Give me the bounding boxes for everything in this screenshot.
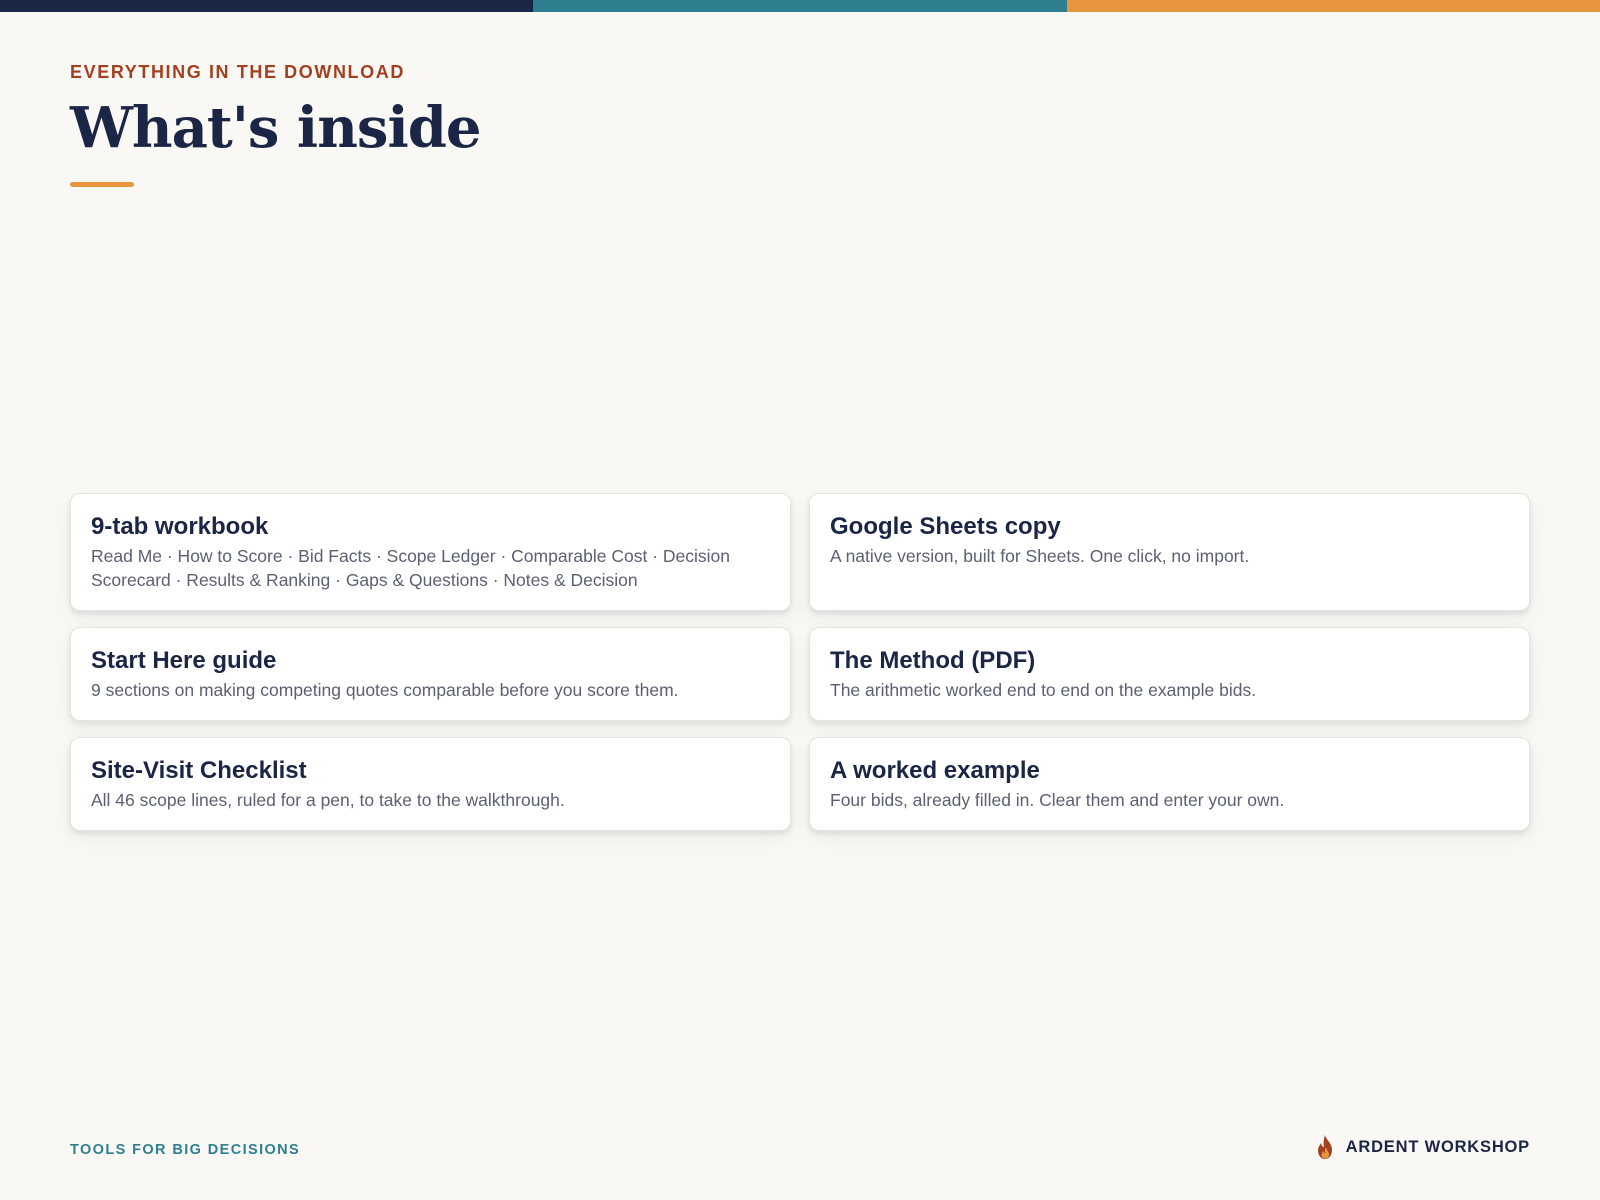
card-title: Google Sheets copy [830,513,1061,540]
card-description: Read Me · How to Score · Bid Facts · Sco… [91,546,731,590]
footer-brand: ARDENT WORKSHOP [1314,1134,1530,1160]
card-method-pdf: The Method (PDF) The arithmetic worked e… [809,627,1530,721]
accent-segment-teal [533,0,1067,12]
contents-grid: 9-tab workbook Read Me · How to Score · … [70,493,1530,831]
page-header: EVERYTHING IN THE DOWNLOAD What's inside [70,60,481,187]
page-title: What's inside [70,95,481,161]
card-workbook: 9-tab workbook Read Me · How to Score · … [70,493,791,611]
card-description: A native version, built for Sheets. One … [830,546,1250,566]
card-worked-example: A worked example Four bids, already fill… [809,737,1530,831]
accent-segment-navy [0,0,534,12]
card-description: 9 sections on making competing quotes co… [91,680,679,700]
card-title: Site-Visit Checklist [91,757,307,784]
card-start-here-guide: Start Here guide 9 sections on making co… [70,627,791,721]
card-title: A worked example [830,757,1040,784]
card-title: The Method (PDF) [830,647,1036,674]
eyebrow-label: EVERYTHING IN THE DOWNLOAD [70,62,405,82]
card-description: All 46 scope lines, ruled for a pen, to … [91,790,565,810]
accent-segment-orange [1066,0,1600,12]
card-site-visit-checklist: Site-Visit Checklist All 46 scope lines,… [70,737,791,831]
footer-tagline: TOOLS FOR BIG DECISIONS [70,1142,301,1158]
card-description: Four bids, already filled in. Clear them… [830,790,1285,810]
brand-name: ARDENT WORKSHOP [1345,1138,1530,1156]
card-title: Start Here guide [91,647,277,674]
card-title: 9-tab workbook [91,513,269,540]
flame-icon [1317,1135,1332,1159]
card-google-sheets: Google Sheets copy A native version, bui… [809,493,1530,611]
title-underline [70,182,134,187]
top-accent-bar [0,0,1600,12]
card-description: The arithmetic worked end to end on the … [830,680,1257,700]
